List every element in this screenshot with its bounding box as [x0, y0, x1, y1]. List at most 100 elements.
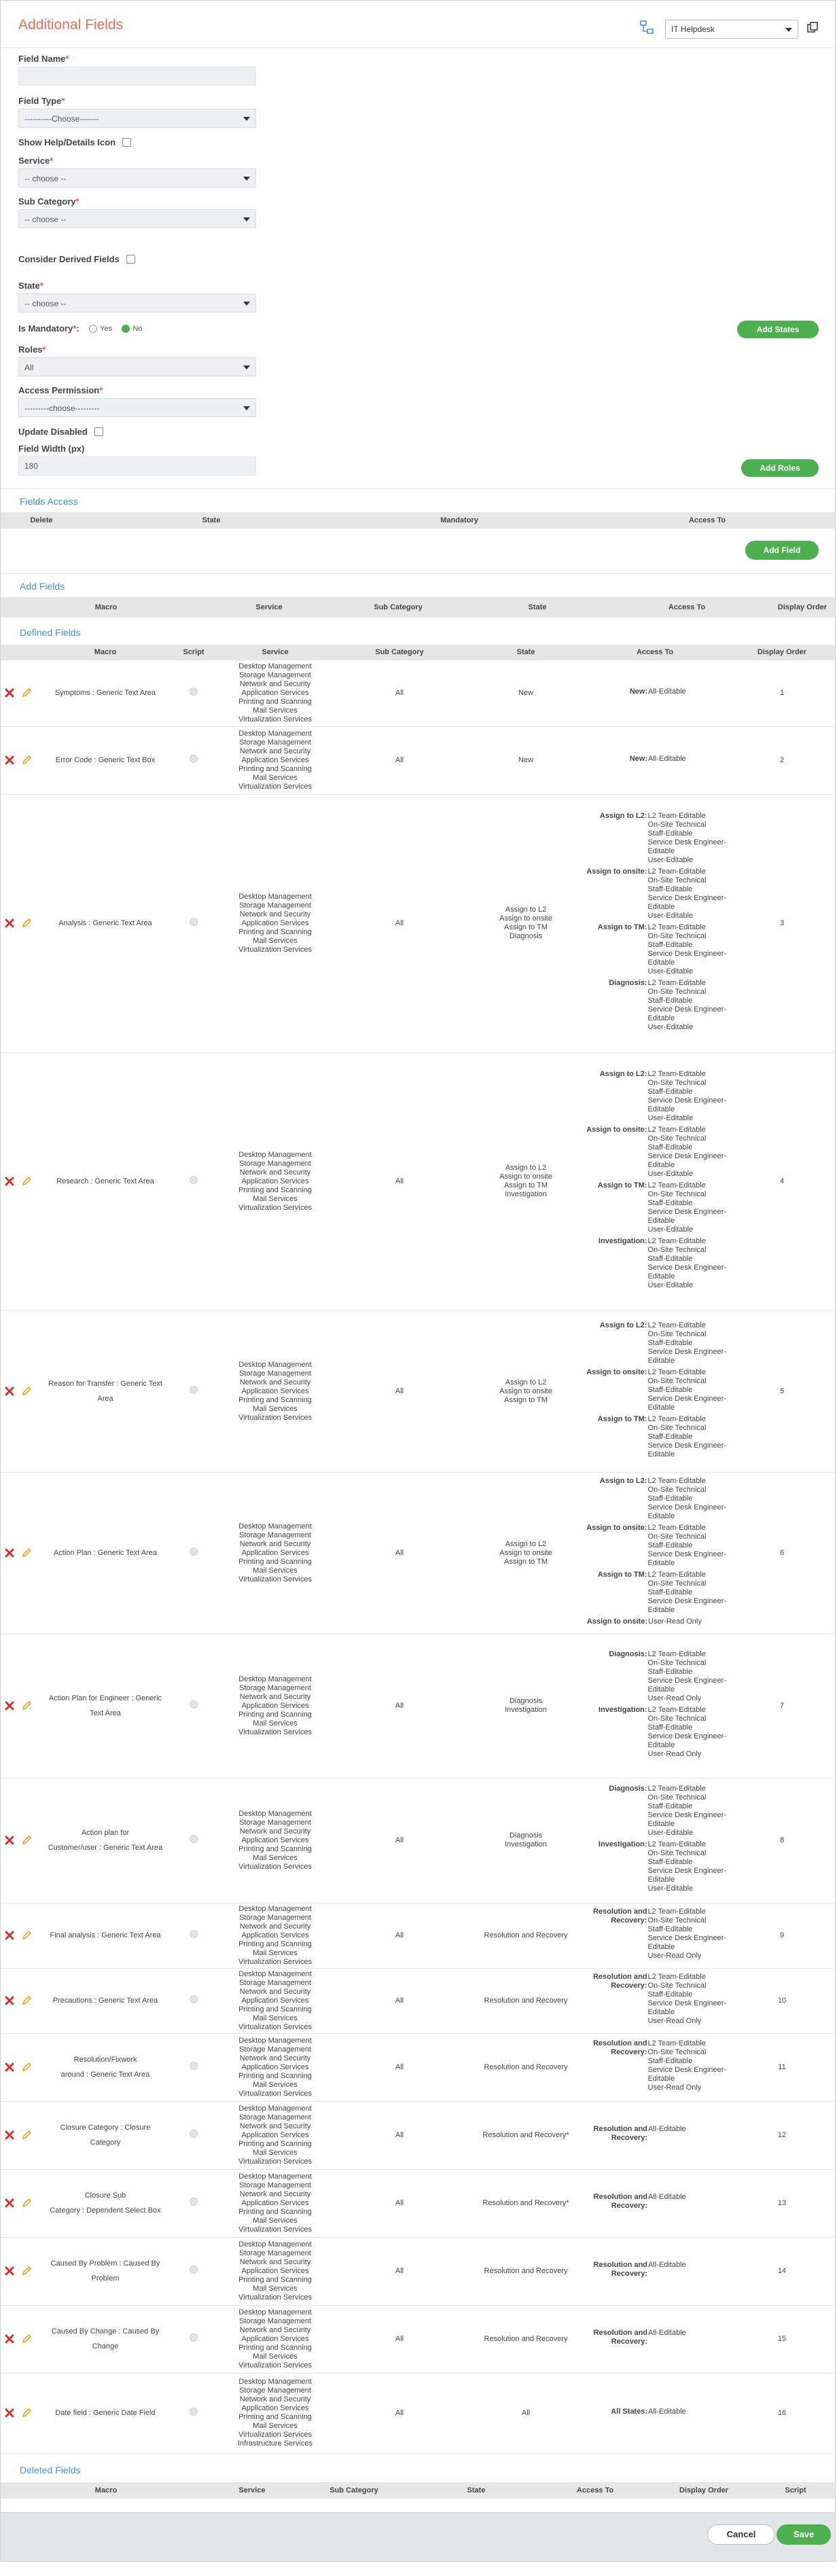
script-toggle[interactable]: [190, 687, 198, 696]
workflow-icon[interactable]: [639, 20, 654, 35]
script-toggle[interactable]: [190, 1835, 198, 1843]
roles-select[interactable]: All: [18, 357, 256, 376]
access-value-line: L2 Team-Editable: [647, 1367, 706, 1376]
service-line: Network and Security: [239, 1378, 311, 1387]
script-toggle[interactable]: [190, 918, 198, 926]
script-toggle[interactable]: [190, 755, 198, 763]
service-line: Desktop Management: [238, 662, 312, 670]
display-order-value: 6: [779, 1548, 785, 1557]
pencil-icon[interactable]: [21, 1930, 32, 1941]
pencil-icon[interactable]: [21, 2130, 32, 2141]
col-access-to: Access To: [605, 597, 768, 618]
close-icon[interactable]: [5, 1701, 14, 1711]
script-toggle[interactable]: [190, 2333, 198, 2342]
add-field-button[interactable]: Add Field: [745, 541, 819, 560]
row-script: [166, 1902, 221, 1968]
script-toggle[interactable]: [190, 1176, 198, 1184]
page-title: Additional Fields: [18, 17, 124, 33]
access-value-line: Staff-Editable: [647, 1432, 693, 1441]
script-toggle[interactable]: [190, 2062, 198, 2070]
pencil-icon[interactable]: [21, 2198, 32, 2208]
access-value-line: All-Editable: [648, 687, 686, 696]
field-type-select[interactable]: ----------Choose-------: [18, 109, 256, 128]
close-icon[interactable]: [5, 2062, 14, 2072]
field-width-input[interactable]: [18, 457, 256, 476]
update-disabled-checkbox[interactable]: [94, 427, 104, 437]
script-toggle[interactable]: [190, 1548, 198, 1556]
access-permission-select[interactable]: ---------choose---------: [18, 398, 256, 417]
close-icon[interactable]: [5, 2334, 14, 2344]
cancel-button[interactable]: Cancel: [707, 2524, 775, 2545]
mandatory-yes-radio[interactable]: [89, 324, 98, 333]
col-actions: [1, 645, 44, 660]
col-access-to: Access To: [537, 2482, 653, 2499]
close-icon[interactable]: [5, 688, 14, 698]
access-block: Assign to onsite: L2 Team-Editable On-Site…: [584, 1368, 726, 1412]
row-actions: [1, 1967, 44, 2033]
consider-derived-checkbox[interactable]: [126, 255, 136, 264]
pencil-icon[interactable]: [21, 1995, 32, 2006]
close-icon[interactable]: [5, 2266, 14, 2276]
copy-icon[interactable]: [806, 21, 819, 33]
add-states-button[interactable]: Add States: [737, 321, 819, 338]
pencil-icon[interactable]: [21, 1176, 32, 1187]
pencil-icon[interactable]: [21, 2333, 32, 2344]
close-icon[interactable]: [5, 2198, 14, 2208]
save-button[interactable]: Save: [777, 2524, 831, 2545]
row-script: [166, 793, 221, 1052]
field-name-input[interactable]: [18, 67, 256, 86]
state-select[interactable]: -- choose --: [18, 293, 256, 312]
pencil-icon[interactable]: [21, 1835, 32, 1846]
pencil-icon[interactable]: [21, 2266, 32, 2276]
access-state-key: Assign to TM:: [597, 1571, 647, 1579]
close-icon[interactable]: [5, 755, 14, 765]
close-icon[interactable]: [5, 1836, 14, 1845]
pencil-icon[interactable]: [21, 2408, 32, 2418]
script-toggle[interactable]: [190, 1700, 198, 1709]
script-toggle[interactable]: [190, 1930, 198, 1938]
access-block: Assign to onsite: L2 Team-Editable On-Site…: [584, 867, 726, 920]
close-icon[interactable]: [5, 918, 14, 928]
fields-access-header: Delete State Mandatory Access To: [1, 512, 835, 529]
mandatory-no-radio[interactable]: [122, 324, 130, 333]
service-line: Printing and Scanning: [238, 2207, 312, 2216]
script-toggle[interactable]: [190, 1995, 198, 2003]
subcategory-value: All: [395, 2408, 404, 2417]
add-roles-button[interactable]: Add Roles: [741, 459, 819, 477]
row-states: Resolution and Recovery: [469, 2033, 582, 2101]
script-toggle[interactable]: [190, 2266, 198, 2274]
close-icon[interactable]: [5, 2130, 14, 2140]
service-select[interactable]: -- choose --: [18, 168, 256, 187]
access-value-line: Staff-Editable: [647, 1668, 693, 1676]
service-line: Virtualization Services: [238, 2089, 312, 2098]
pencil-icon[interactable]: [21, 918, 32, 929]
subcategory-select[interactable]: -- choose --: [18, 209, 256, 228]
script-toggle[interactable]: [190, 2198, 198, 2206]
close-icon[interactable]: [5, 1387, 14, 1396]
pencil-icon[interactable]: [21, 2062, 32, 2073]
col-mandatory: Mandatory: [340, 512, 578, 529]
pencil-icon[interactable]: [21, 1700, 32, 1711]
workflow-select[interactable]: IT Helpdesk: [665, 20, 798, 39]
close-icon[interactable]: [5, 1177, 14, 1186]
pencil-icon[interactable]: [21, 687, 32, 698]
pencil-icon[interactable]: [21, 755, 32, 766]
script-toggle[interactable]: [190, 2408, 198, 2416]
access-value-line: Service Desk Engineer-: [647, 950, 726, 958]
state-line: Resolution and Recovery: [484, 2266, 568, 2275]
show-help-checkbox[interactable]: [122, 138, 132, 147]
close-icon[interactable]: [5, 2408, 14, 2418]
service-line: Network and Security: [239, 2257, 311, 2266]
close-icon[interactable]: [5, 1996, 14, 2005]
chevron-down-icon: [243, 406, 250, 410]
access-value-line: Staff-Editable: [647, 997, 693, 1005]
close-icon[interactable]: [5, 1931, 14, 1940]
pencil-icon[interactable]: [21, 1386, 32, 1397]
service-line: Printing and Scanning: [238, 2071, 312, 2080]
script-toggle[interactable]: [190, 1386, 198, 1394]
access-state-key: Diagnosis:: [609, 979, 647, 987]
macro-line: Reason for Transfer : Generic Text: [48, 1380, 162, 1388]
close-icon[interactable]: [5, 1548, 14, 1558]
script-toggle[interactable]: [190, 2130, 198, 2138]
pencil-icon[interactable]: [21, 1548, 32, 1558]
